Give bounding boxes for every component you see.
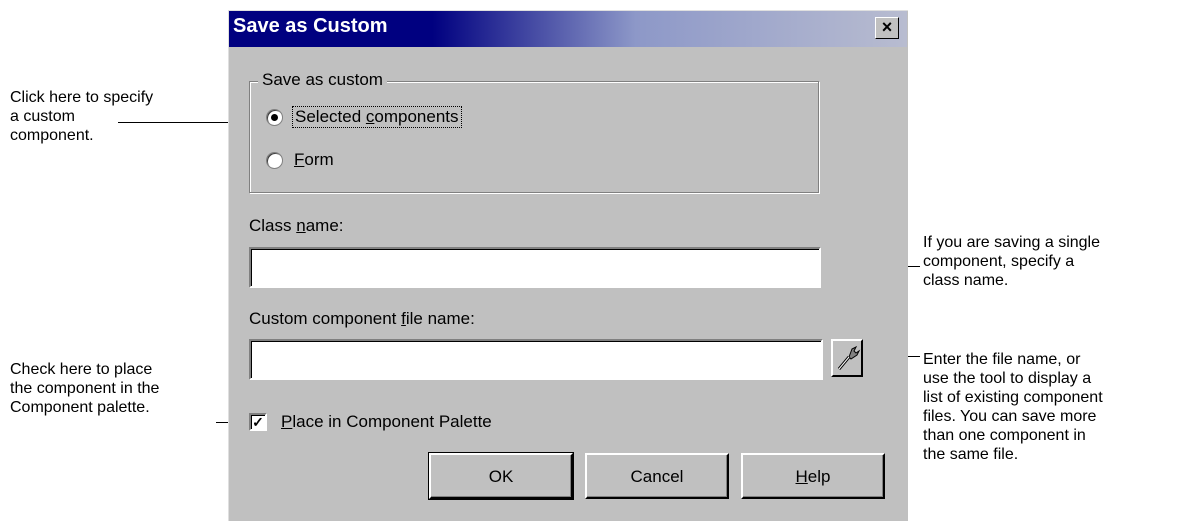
radio-selected-indicator[interactable] — [266, 108, 283, 126]
radio-form-indicator[interactable] — [266, 151, 283, 169]
help-button[interactable]: Help — [741, 453, 885, 499]
save-as-custom-dialog: Save as Custom × Save as custom Selected… — [228, 10, 908, 521]
palette-checkbox-label: Place in Component Palette — [281, 412, 492, 431]
radio-selected-components[interactable]: Selected components — [266, 106, 462, 128]
annotation-file-name: Enter the file name, or use the tool to … — [923, 351, 1103, 463]
title-bar[interactable]: Save as Custom × — [229, 11, 907, 47]
save-as-custom-group: Save as custom Selected components Form — [249, 70, 819, 193]
radio-form[interactable]: Form — [266, 150, 336, 170]
close-button[interactable]: × — [875, 17, 899, 39]
ok-button[interactable]: OK — [428, 452, 574, 500]
annotation-palette: Check here to place the component in the… — [10, 361, 160, 416]
radio-form-label: Form — [294, 150, 334, 169]
class-name-label: Class name: — [249, 216, 344, 235]
place-in-palette-checkbox[interactable]: ✓ Place in Component Palette — [249, 412, 492, 432]
class-name-input[interactable] — [249, 247, 821, 288]
close-icon: × — [881, 17, 893, 37]
file-name-input[interactable] — [249, 339, 823, 380]
group-label: Save as custom — [258, 70, 387, 90]
annotation-custom-component: Click here to specify a custom component… — [10, 89, 154, 144]
dialog-title: Save as Custom — [233, 15, 388, 37]
cancel-button[interactable]: Cancel — [585, 453, 729, 499]
browse-button[interactable] — [831, 339, 863, 377]
radio-selected-label: Selected components — [292, 106, 462, 128]
palette-checkbox-box[interactable]: ✓ — [249, 413, 267, 431]
wrench-icon — [837, 345, 861, 370]
annotation-class-name: If you are saving a single component, sp… — [923, 234, 1100, 289]
file-name-label: Custom component file name: — [249, 309, 475, 328]
